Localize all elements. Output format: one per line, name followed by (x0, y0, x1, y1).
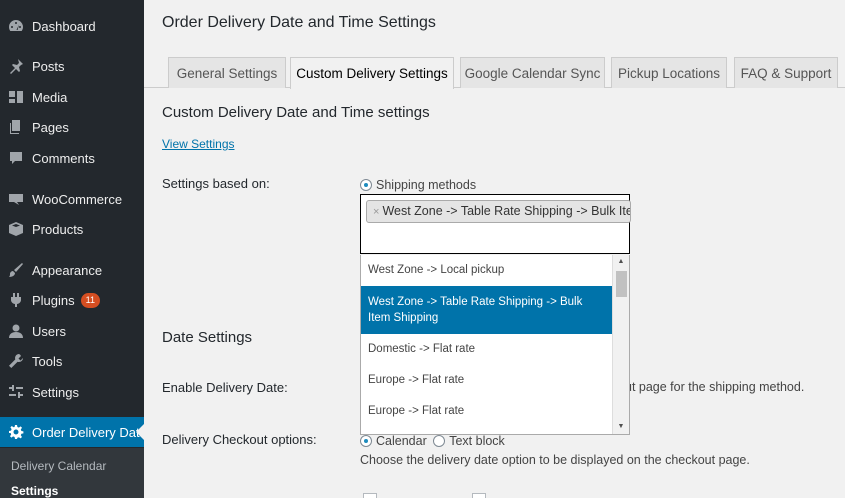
dropdown-option[interactable]: Europe -> Flat rate (361, 365, 613, 396)
sidebar-item-products[interactable]: Products (0, 214, 144, 244)
scroll-thumb[interactable] (616, 271, 627, 297)
sidebar-item-plugins[interactable]: Plugins 11 (0, 285, 144, 315)
text-block-option[interactable]: Text block (433, 434, 505, 448)
calendar-radio[interactable] (360, 435, 372, 447)
sidebar-item-settings[interactable]: Settings (0, 377, 144, 407)
calendar-option[interactable]: Calendar (360, 434, 427, 448)
scroll-down-arrow-icon[interactable]: ▼ (613, 420, 629, 434)
pin-icon (8, 58, 24, 74)
order-delivery-submenu: Delivery Calendar Settings (0, 448, 144, 498)
sidebar-item-media[interactable]: Media (0, 82, 144, 112)
user-icon (8, 323, 24, 339)
plug-icon (8, 292, 24, 308)
pages-icon (8, 119, 24, 135)
text-block-label: Text block (449, 434, 505, 448)
page-title: Order Delivery Date and Time Settings (162, 14, 436, 31)
comment-icon (8, 150, 24, 166)
gear-icon (8, 424, 24, 440)
brush-icon (8, 262, 24, 278)
sidebar-item-posts[interactable]: Posts (0, 51, 144, 81)
tab-custom-delivery-settings[interactable]: Custom Delivery Settings (290, 57, 454, 89)
dropdown-scrollbar[interactable]: ▲ ▼ (612, 255, 629, 434)
sidebar-item-label: Comments (32, 150, 95, 166)
sidebar-item-appearance[interactable]: Appearance (0, 255, 144, 285)
checkbox-partial-2[interactable] (472, 493, 486, 498)
delivery-checkout-options: Calendar Text block (360, 434, 505, 448)
sidebar-item-label: Products (32, 221, 84, 237)
admin-sidebar: Dashboard Posts Media Pages Comments Woo… (0, 0, 144, 498)
tab-general-settings[interactable]: General Settings (168, 57, 286, 88)
sidebar-item-label: Posts (32, 58, 65, 74)
sidebar-item-label: Users (32, 323, 66, 339)
sidebar-item-order-delivery-date[interactable]: Order Delivery Date (0, 417, 144, 447)
sidebar-item-pages[interactable]: Pages (0, 112, 144, 142)
sidebar-item-comments[interactable]: Comments (0, 143, 144, 173)
calendar-label: Calendar (376, 434, 427, 448)
chip-label: West Zone -> Table Rate Shipping -> Bulk… (382, 204, 630, 218)
settings-based-on-label: Settings based on: (162, 176, 270, 191)
text-block-radio[interactable] (433, 435, 446, 447)
sidebar-item-label: Appearance (32, 262, 103, 278)
chip-remove-icon[interactable]: × (373, 206, 379, 218)
checkbox-partial-1[interactable] (363, 493, 377, 498)
delivery-checkout-options-label: Delivery Checkout options: (162, 432, 317, 447)
tab-pickup-locations[interactable]: Pickup Locations (611, 57, 727, 88)
submenu-delivery-calendar[interactable]: Delivery Calendar (11, 459, 106, 473)
sidebar-item-label: Plugins (32, 292, 75, 308)
scroll-up-arrow-icon[interactable]: ▲ (613, 255, 629, 269)
dashboard-icon (8, 18, 24, 34)
tab-faq-support[interactable]: FAQ & Support (734, 57, 838, 88)
tab-google-calendar-sync[interactable]: Google Calendar Sync (460, 57, 605, 88)
selected-shipping-method-chip: × West Zone -> Table Rate Shipping -> Bul… (366, 200, 631, 223)
woocommerce-icon (8, 191, 24, 207)
dropdown-option[interactable]: Domestic -> Flat rate (361, 334, 613, 365)
dropdown-option[interactable]: Europe -> Flat rate (361, 396, 613, 427)
section-title: Custom Delivery Date and Time settings (162, 104, 430, 121)
sidebar-item-label: Tools (32, 353, 63, 369)
sidebar-item-users[interactable]: Users (0, 316, 144, 346)
media-icon (8, 89, 24, 105)
main-content: Order Delivery Date and Time Settings Ge… (144, 0, 845, 498)
sidebar-item-woocommerce[interactable]: WooCommerce (0, 184, 144, 214)
delivery-checkout-description: Choose the delivery date option to be di… (360, 453, 750, 467)
sidebar-item-dashboard[interactable]: Dashboard (0, 11, 144, 41)
sidebar-item-label: WooCommerce (32, 191, 123, 207)
box-icon (8, 221, 24, 237)
sidebar-item-label: Pages (32, 119, 69, 135)
submenu-settings[interactable]: Settings (11, 484, 58, 498)
sidebar-item-label: Settings (32, 384, 79, 400)
settings-tabs: General Settings Custom Delivery Setting… (144, 57, 845, 89)
dropdown-option-highlighted[interactable]: West Zone -> Table Rate Shipping -> Bulk… (361, 286, 613, 334)
shipping-methods-label: Shipping methods (376, 178, 477, 192)
shipping-methods-option[interactable]: Shipping methods (360, 178, 476, 192)
view-settings-link[interactable]: View Settings (162, 137, 235, 151)
sidebar-item-label: Order Delivery Date (32, 424, 144, 440)
enable-delivery-date-label: Enable Delivery Date: (162, 380, 288, 395)
shipping-methods-dropdown: West Zone -> Local pickup West Zone -> T… (360, 255, 630, 435)
plugins-update-badge: 11 (80, 292, 100, 308)
shipping-methods-radio[interactable] (360, 179, 372, 191)
sidebar-item-tools[interactable]: Tools (0, 346, 144, 376)
sliders-icon (8, 384, 24, 400)
sidebar-item-label: Dashboard (32, 18, 96, 34)
wrench-icon (8, 353, 24, 369)
shipping-methods-multiselect[interactable]: × West Zone -> Table Rate Shipping -> Bul… (360, 194, 631, 254)
enable-delivery-date-description: ut page for the shipping method. (625, 380, 805, 394)
date-settings-title: Date Settings (162, 329, 253, 346)
dropdown-option[interactable]: West Zone -> Local pickup (361, 255, 613, 286)
sidebar-item-label: Media (32, 89, 68, 105)
